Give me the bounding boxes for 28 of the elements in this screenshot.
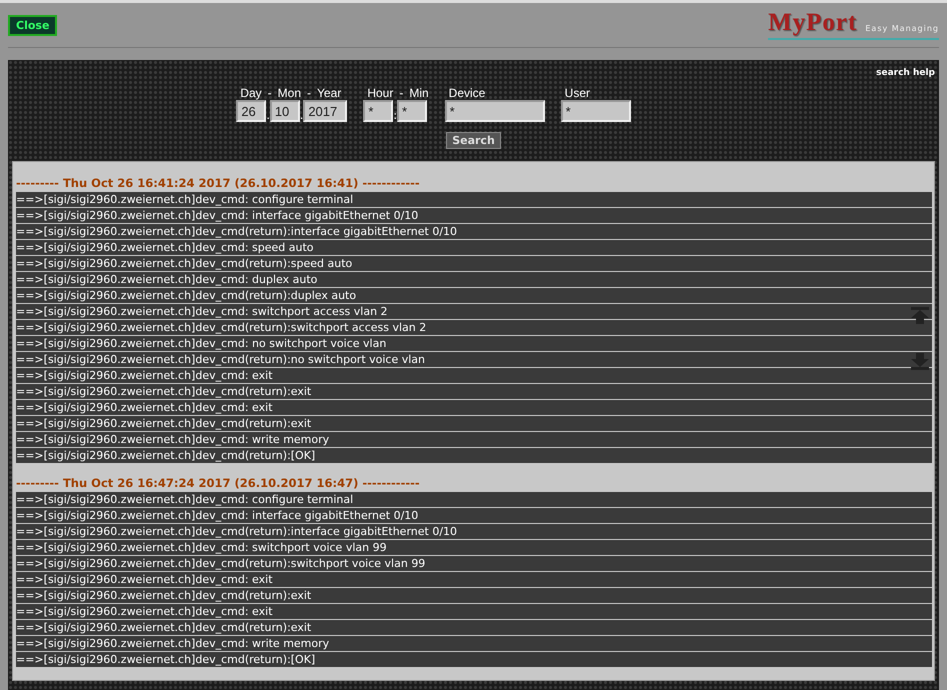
logo-title: MyPort bbox=[768, 10, 858, 35]
field-label: - bbox=[268, 86, 272, 100]
input-field[interactable]: 26 bbox=[236, 100, 266, 122]
input-field[interactable]: * bbox=[363, 100, 394, 122]
separator: . bbox=[300, 109, 304, 122]
field-label: User bbox=[564, 86, 590, 100]
input-field[interactable]: 2017 bbox=[303, 100, 348, 122]
field-label: Year bbox=[317, 86, 342, 100]
logo-tagline: Easy Managing bbox=[865, 24, 939, 35]
field-label: Device bbox=[448, 86, 486, 100]
close-button[interactable]: Close bbox=[8, 14, 58, 36]
search-button[interactable]: Search bbox=[446, 132, 501, 149]
field-label: Mon bbox=[278, 86, 301, 100]
log-heading: --------- Thu Oct 26 16:41:24 2017 (26.10.2017 16:41) ------------ bbox=[16, 175, 421, 192]
field-label: - bbox=[307, 86, 311, 100]
separator: . bbox=[266, 109, 270, 122]
search-help-link[interactable]: search help bbox=[876, 68, 935, 78]
input-field[interactable]: * bbox=[397, 100, 428, 122]
input-field[interactable]: * bbox=[560, 100, 631, 122]
field-label: Min bbox=[409, 86, 429, 100]
field-label: Day bbox=[240, 86, 262, 100]
input-field[interactable]: 10 bbox=[270, 100, 300, 122]
scroll-top-icon[interactable] bbox=[910, 307, 930, 325]
input-field[interactable]: * bbox=[444, 100, 545, 122]
log-heading: --------- Thu Oct 26 16:47:24 2017 (26.10.2017 16:47) ------------ bbox=[16, 475, 421, 492]
separator: : bbox=[393, 109, 398, 122]
field-label: - bbox=[399, 86, 404, 100]
field-label: Hour bbox=[367, 86, 394, 100]
